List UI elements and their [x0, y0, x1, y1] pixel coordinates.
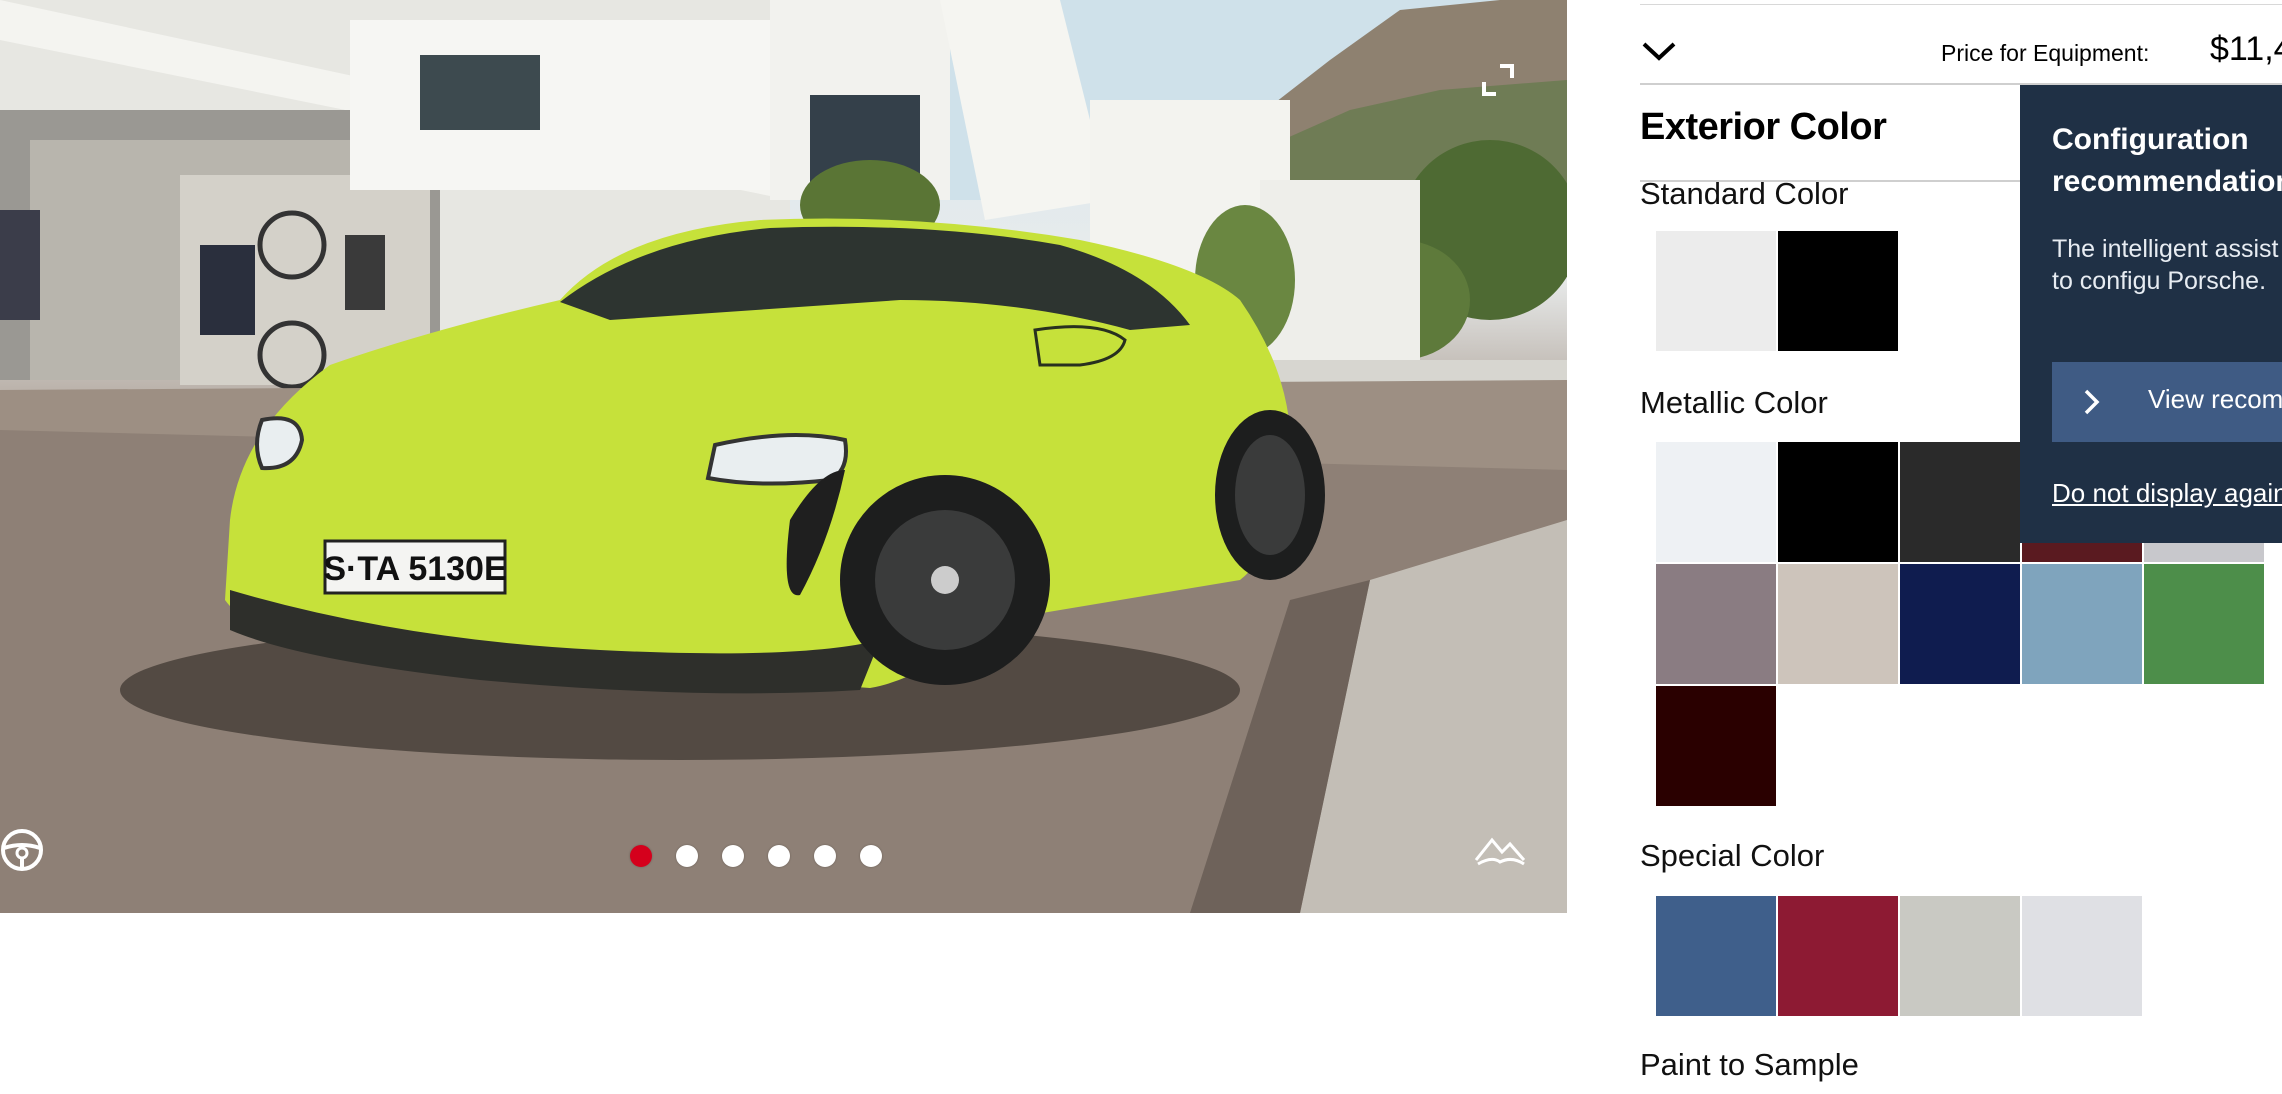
popover-title: Configuration recommendations — [2052, 123, 2282, 198]
swatch-special-1[interactable] — [1656, 896, 1776, 1016]
paint-to-sample-label: Paint to Sample — [1640, 1047, 1859, 1082]
slide-dot-2[interactable] — [676, 845, 698, 867]
view-recommendations-button[interactable]: View recomm — [2052, 362, 2282, 442]
price-bar: Price for Equipment: $11,4 — [1640, 10, 2282, 82]
car-viewer[interactable]: S·TA 5130E — [0, 0, 1567, 913]
swatch-metallic-8[interactable] — [1900, 564, 2020, 684]
special-color-swatches — [1656, 896, 2264, 1016]
chevron-right-icon — [2084, 389, 2100, 415]
metallic-color-label: Metallic Color — [1640, 385, 1828, 420]
popover-body: The intelligent assist inspiration to co… — [2052, 235, 2282, 295]
standard-color-label: Standard Color — [1640, 176, 1849, 211]
swatch-metallic-3[interactable] — [1900, 442, 2020, 562]
recommendations-popover: Configuration recommendations The intell… — [2020, 85, 2282, 543]
car-image: S·TA 5130E — [0, 0, 1567, 913]
swatch-metallic-10[interactable] — [2144, 564, 2264, 684]
slide-dot-1[interactable] — [630, 845, 652, 867]
view-recommendations-label: View recomm — [2148, 384, 2282, 414]
chevron-down-icon[interactable] — [1640, 32, 1678, 70]
swatch-standard-1[interactable] — [1656, 231, 1776, 351]
swatch-metallic-2[interactable] — [1778, 442, 1898, 562]
landscape-icon[interactable] — [1472, 826, 1528, 874]
price-label: Price for Equipment: — [1941, 40, 2150, 66]
swatch-metallic-9[interactable] — [2022, 564, 2142, 684]
slide-dot-5[interactable] — [814, 845, 836, 867]
special-color-label: Special Color — [1640, 838, 1825, 873]
slide-dot-3[interactable] — [722, 845, 744, 867]
section-title-exterior-color: Exterior Color — [1640, 106, 1887, 148]
slide-indicators — [630, 845, 882, 867]
swatch-metallic-6[interactable] — [1656, 564, 1776, 684]
swatch-metallic-7[interactable] — [1778, 564, 1898, 684]
top-divider — [1640, 4, 2282, 5]
expand-icon[interactable] — [1480, 62, 1516, 98]
slide-dot-6[interactable] — [860, 845, 882, 867]
license-plate-text: S·TA 5130E — [323, 550, 506, 588]
price-value: $11,4 — [2210, 30, 2282, 68]
steering-wheel-icon[interactable] — [0, 826, 48, 874]
do-not-display-again-link[interactable]: Do not display again — [2052, 478, 2282, 509]
swatch-metallic-1[interactable] — [1656, 442, 1776, 562]
swatch-special-4[interactable] — [2022, 896, 2142, 1016]
swatch-special-2[interactable] — [1778, 896, 1898, 1016]
swatch-special-3[interactable] — [1900, 896, 2020, 1016]
slide-dot-4[interactable] — [768, 845, 790, 867]
swatch-standard-2[interactable] — [1778, 231, 1898, 351]
swatch-metallic-11[interactable] — [1656, 686, 1776, 806]
